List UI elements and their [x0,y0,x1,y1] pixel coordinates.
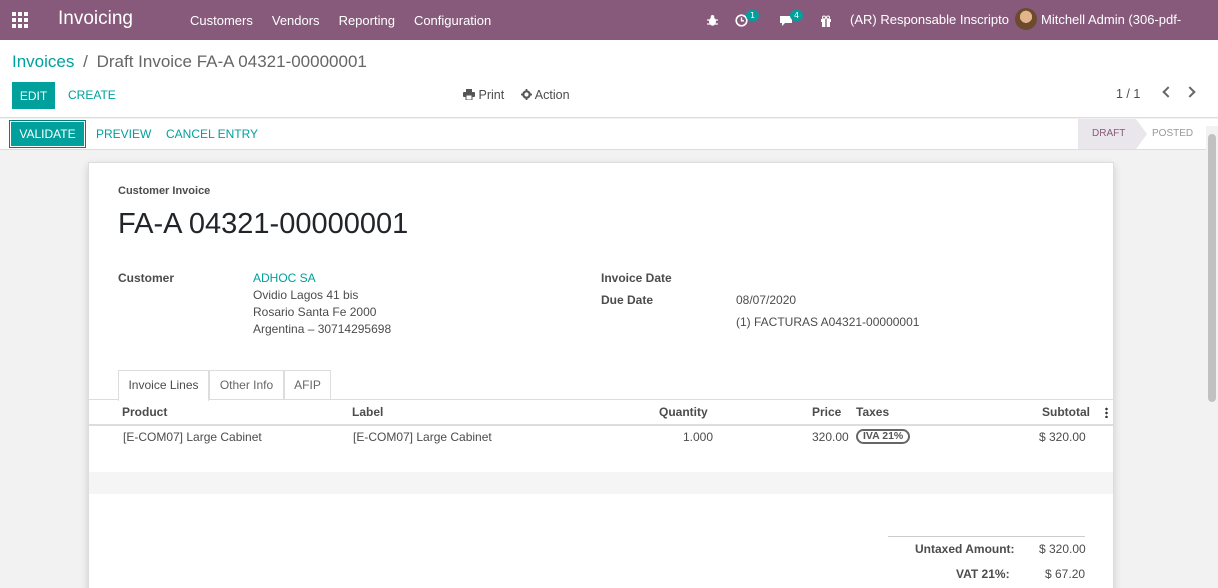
journal-document-number: (1) FACTURAS A04321-00000001 [736,315,920,329]
print-icon [463,89,475,101]
column-header-price[interactable]: Price [812,405,841,419]
row-subtotal: $ 320.00 [1039,430,1086,444]
apps-menu-icon[interactable] [12,12,30,28]
invoice-date-label: Invoice Date [601,271,672,285]
messages-count-badge: 4 [790,10,804,21]
menu-item-vendors[interactable]: Vendors [272,13,320,28]
activity-count-badge: 1 [746,10,760,21]
user-menu[interactable]: Mitchell Admin (306-pdf-report) [1041,0,1218,67]
optional-columns-icon[interactable] [1105,407,1108,418]
column-header-label[interactable]: Label [352,405,383,419]
row-label: [E-COM07] Large Cabinet [353,430,492,444]
top-navbar: Invoicing Customers Vendors Reporting Confi… [0,0,1218,67]
customer-address-line-1: Ovidio Lagos 41 bis [253,288,359,302]
column-header-subtotal[interactable]: Subtotal [1042,405,1090,419]
status-draft: Draft [1078,119,1147,149]
menu-item-configuration[interactable]: Configuration [414,13,491,28]
breadcrumb-invoices-link[interactable]: Invoices [12,52,74,71]
vat-value: $ 67.20 [1045,567,1086,581]
print-label: Print [478,88,505,102]
action-dropdown[interactable]: Action [521,88,570,102]
pager-previous-icon[interactable] [1162,86,1174,98]
invoice-form-sheet: Customer Invoice FA-A 04321-00000001 Cus… [88,162,1114,588]
debug-bug-icon[interactable] [706,0,719,40]
pager-value[interactable]: 1 / 1 [1116,87,1140,101]
gift-icon[interactable] [820,0,832,40]
tab-other-info[interactable]: Other Info [209,370,284,400]
edit-button[interactable]: Edit [12,82,55,109]
customer-address-line-3: Argentina – 30714295698 [253,322,392,336]
tab-afip[interactable]: AFIP [284,370,331,400]
company-switcher[interactable]: (AR) Responsable Inscripto [850,0,1009,40]
customer-label: Customer [118,271,175,285]
page-scrollbar[interactable] [1206,126,1218,588]
breadcrumb: Invoices / Draft Invoice FA-A 04321-0000… [12,52,367,72]
column-header-quantity[interactable]: Quantity [659,405,708,419]
invoice-type-label: Customer Invoice [118,185,211,197]
invoice-number: FA-A 04321-00000001 [118,208,409,240]
status-bar: Validate Preview Cancel Entry Draft Post… [0,119,1218,150]
customer-link[interactable]: ADHOC SA [253,271,316,285]
menu-item-customers[interactable]: Customers [190,13,253,28]
tab-invoice-lines[interactable]: Invoice Lines [118,370,209,401]
tax-badge: IVA 21% [856,429,911,444]
column-header-taxes[interactable]: Taxes [856,405,889,419]
status-posted[interactable]: Posted [1152,119,1193,149]
row-price: 320.00 [812,430,849,444]
user-avatar[interactable] [1015,8,1037,30]
column-header-product[interactable]: Product [122,405,167,419]
preview-button[interactable]: Preview [96,127,151,141]
row-quantity: 1.000 [683,430,714,444]
breadcrumb-current: Draft Invoice FA-A 04321-00000001 [96,52,367,71]
untaxed-amount-value: $ 320.00 [1039,542,1086,556]
print-dropdown[interactable]: Print [463,88,504,102]
create-button[interactable]: Create [68,88,116,102]
scrollbar-thumb[interactable] [1208,134,1216,402]
action-label: Action [534,88,570,102]
gear-icon [521,89,532,100]
pager-next-icon[interactable] [1184,86,1196,98]
vat-label: VAT 21%: [956,567,1010,581]
untaxed-amount-label: Untaxed Amount: [915,542,1015,556]
messages-chat-icon[interactable] [779,0,793,40]
app-name: Invoicing [58,8,133,29]
totals-divider [888,536,1085,537]
due-date-label: Due Date [601,293,654,307]
validate-button[interactable]: Validate [9,120,86,148]
cancel-entry-button[interactable]: Cancel Entry [166,127,258,141]
activity-clock-icon[interactable] [735,0,748,40]
menu-item-reporting[interactable]: Reporting [339,13,395,28]
breadcrumb-separator: / [83,52,88,71]
main-menu: Customers Vendors Reporting Configuration [190,13,510,28]
due-date-value: 08/07/2020 [736,293,797,307]
row-product: [E-COM07] Large Cabinet [123,430,262,444]
customer-address-line-2: Rosario Santa Fe 2000 [253,305,377,319]
empty-table-row [89,472,1113,494]
control-panel: Invoices / Draft Invoice FA-A 04321-0000… [0,40,1218,118]
